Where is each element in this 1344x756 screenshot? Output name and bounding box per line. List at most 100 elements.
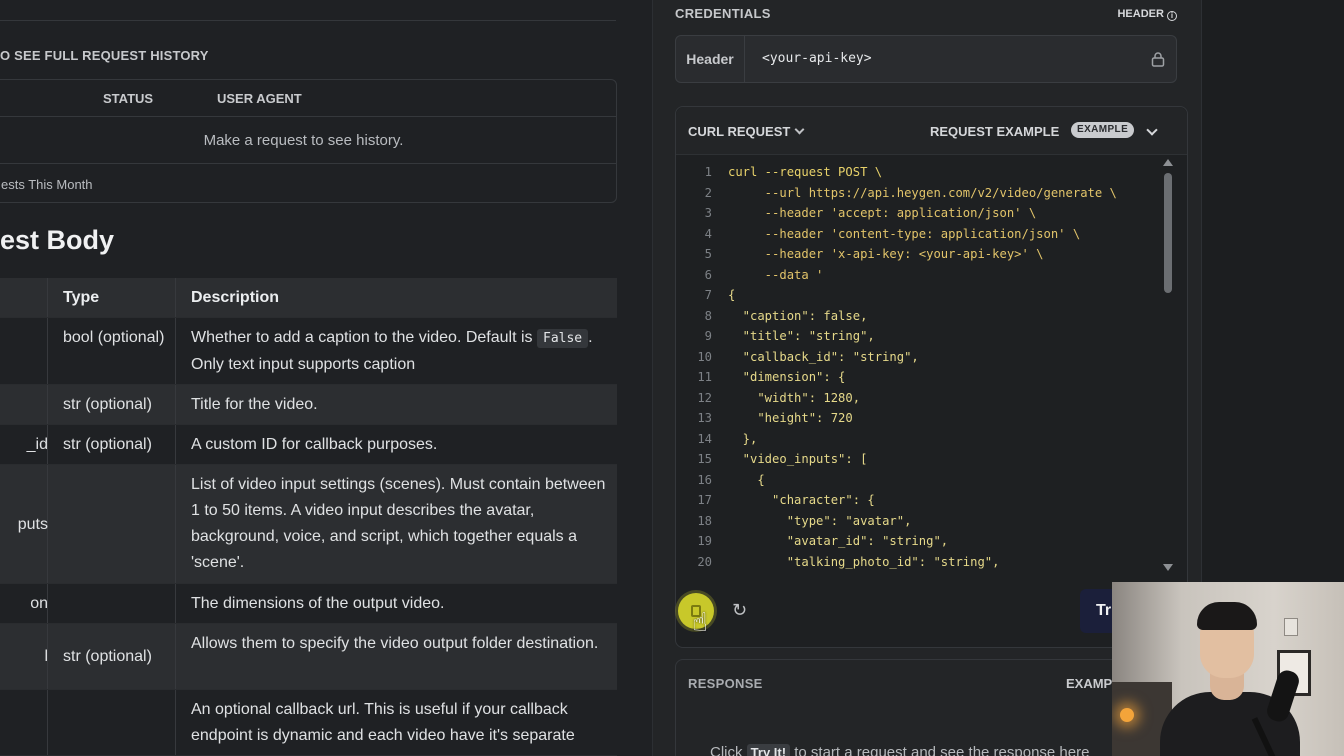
reset-icon[interactable]: ↻	[732, 600, 747, 621]
scroll-up-icon[interactable]	[1163, 159, 1173, 166]
line-number: 4	[704, 226, 712, 241]
param-description: List of video input settings (scenes). M…	[191, 476, 606, 571]
response-hint: Click Try It! to start a request and see…	[710, 744, 1089, 756]
table-row: l str (optional) Allows them to specify …	[0, 624, 617, 690]
request-example-label: REQUEST EXAMPLE	[930, 124, 1060, 139]
line-number: 17	[697, 493, 712, 507]
param-name: l	[44, 648, 48, 665]
curl-header: CURL REQUEST REQUEST EXAMPLE EXAMPLE	[676, 107, 1187, 155]
scroll-thumb[interactable]	[1164, 173, 1172, 293]
code-line: "caption": false,	[728, 308, 868, 323]
header-auth-tag[interactable]: HEADER i	[1117, 8, 1177, 21]
chevron-down-icon[interactable]	[1146, 124, 1158, 136]
code-scrollbar[interactable]	[1162, 157, 1174, 573]
param-description: Title for the video.	[191, 396, 318, 413]
section-title: est Body	[0, 225, 115, 255]
code-line: "avatar_id": "string",	[728, 534, 949, 548]
curl-request-card: CURL REQUEST REQUEST EXAMPLE EXAMPLE 1 cu…	[675, 106, 1190, 648]
line-number: 10	[697, 349, 712, 364]
params-header-row: Type Description	[0, 278, 617, 318]
api-key-input[interactable]: <your-api-key>	[762, 36, 872, 82]
line-number: 12	[697, 390, 712, 405]
param-type: bool (optional)	[63, 329, 165, 346]
line-number: 14	[697, 431, 712, 446]
code-line: --url https://api.heygen.com/v2/video/ge…	[728, 185, 1117, 200]
code-line: --header 'accept: application/json' \	[728, 206, 1037, 220]
param-type: str (optional)	[63, 436, 152, 453]
code-block: 1 curl --request POST \ 2 --url https://ap…	[676, 157, 1162, 573]
code-line: --header 'content-type: application/json…	[728, 226, 1081, 241]
line-number: 13	[697, 411, 712, 425]
curl-language-dropdown[interactable]: CURL REQUEST	[688, 124, 805, 139]
line-number: 6	[704, 267, 712, 282]
table-row: bool (optional) Whether to add a caption…	[0, 318, 617, 385]
line-number: 9	[704, 329, 712, 343]
docs-pane: O SEE FULL REQUEST HISTORY STATUS USER A…	[0, 0, 640, 756]
line-number: 16	[697, 472, 712, 487]
webcam-overlay	[1112, 582, 1344, 756]
code-line: "width": 1280,	[728, 390, 861, 405]
chevron-down-icon	[794, 124, 805, 135]
line-number: 3	[704, 206, 712, 220]
line-number: 11	[697, 370, 712, 384]
line-number: 20	[697, 554, 712, 569]
description-column-header: Description	[191, 289, 280, 306]
param-description: An optional callback url. This is useful…	[191, 701, 575, 744]
history-header: STATUS USER AGENT	[0, 80, 616, 117]
param-description: The dimensions of the output video.	[191, 595, 445, 612]
table-row: str (optional) Title for the video.	[0, 385, 617, 425]
wall-picture	[1284, 618, 1298, 636]
code-line: "type": "avatar",	[728, 513, 912, 528]
history-empty-message: Make a request to see history.	[0, 117, 616, 164]
param-name: puts	[17, 516, 48, 533]
info-icon: i	[1167, 11, 1177, 21]
response-title: RESPONSE	[688, 676, 763, 691]
header-label: Header	[676, 36, 745, 82]
table-row: _id str (optional) A custom ID for callb…	[0, 425, 617, 465]
line-number: 19	[697, 534, 712, 548]
scroll-down-icon[interactable]	[1163, 564, 1173, 571]
request-actions: ☝ ↻ Tr	[676, 577, 1190, 647]
try-it-hint-badge: Try It!	[746, 744, 791, 756]
code-line: "height": 720	[728, 411, 853, 425]
full-history-link[interactable]: O SEE FULL REQUEST HISTORY	[0, 48, 209, 63]
line-number: 1	[704, 165, 712, 179]
param-description: Whether to add a caption to the video. D…	[191, 329, 593, 373]
code-line: --data '	[728, 267, 824, 282]
lamp	[1120, 708, 1134, 722]
line-number: 18	[697, 513, 712, 528]
screen: O SEE FULL REQUEST HISTORY STATUS USER A…	[0, 0, 1344, 756]
param-name: _id	[26, 436, 48, 453]
code-line: },	[728, 431, 758, 446]
code-line: curl --request POST \	[728, 165, 883, 179]
credentials-field: Header <your-api-key>	[675, 35, 1177, 83]
code-line: --header 'x-api-key: <your-api-key>' \	[728, 247, 1044, 261]
table-row: An optional callback url. This is useful…	[0, 690, 617, 756]
code-line: "video_inputs": [	[728, 452, 868, 466]
code-line: "talking_photo_id": "string",	[728, 554, 1000, 569]
line-number: 8	[704, 308, 712, 323]
table-row: on The dimensions of the output video.	[0, 584, 617, 624]
line-number: 2	[704, 185, 712, 200]
type-column-header: Type	[63, 289, 100, 306]
request-history-table: STATUS USER AGENT Make a request to see …	[0, 79, 617, 203]
line-number: 5	[704, 247, 712, 261]
table-row: puts List of video input settings (scene…	[0, 465, 617, 584]
credentials-title: CREDENTIALS	[675, 6, 771, 21]
example-badge: EXAMPLE	[1071, 122, 1135, 138]
code-line: {	[728, 472, 765, 487]
user-agent-column-header: USER AGENT	[217, 91, 302, 106]
lock-icon	[1151, 52, 1165, 67]
divider	[0, 20, 616, 21]
code-line: {	[728, 288, 736, 302]
line-number: 15	[697, 452, 712, 466]
code-line: "callback_id": "string",	[728, 349, 919, 364]
param-type: str (optional)	[63, 648, 152, 665]
line-number: 7	[704, 288, 712, 302]
param-type: str (optional)	[63, 396, 152, 413]
code-line: "dimension": {	[728, 370, 846, 384]
hand-cursor-icon: ☝	[692, 607, 708, 637]
code-line: "title": "string",	[728, 329, 875, 343]
response-example-label: EXAMP	[1066, 676, 1113, 691]
status-column-header: STATUS	[103, 91, 154, 106]
